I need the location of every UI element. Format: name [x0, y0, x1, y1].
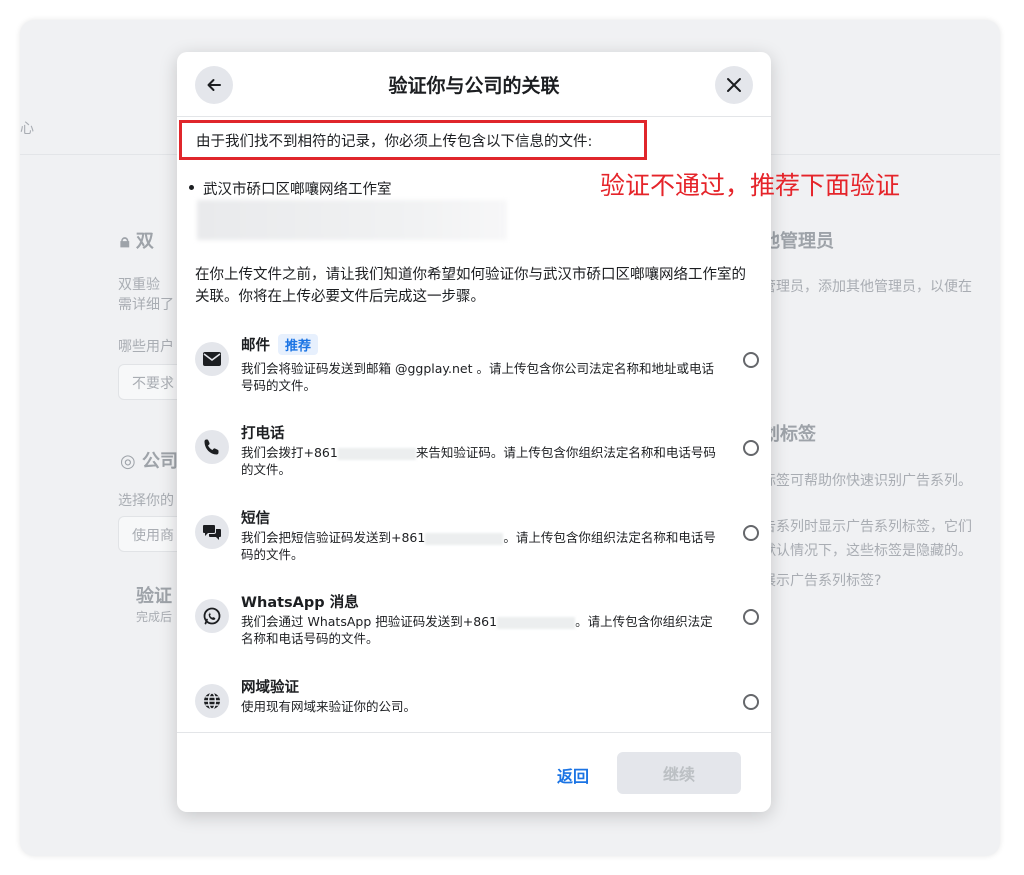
bg-fragment: 管理员，添加其他管理员，以便在 [762, 279, 972, 295]
option-description: 我们会把短信验证码发送到+861 。请上传包含你组织法定名称和电话号码的文件。 [241, 529, 721, 563]
option-title-text: 邮件 [241, 338, 270, 354]
option-description-part: 我们会把短信验证码发送到+861 [241, 530, 426, 545]
phone-icon [195, 430, 229, 464]
return-button[interactable]: 返回 [557, 763, 589, 787]
bg-fragment: 心 [20, 121, 34, 137]
envelope-icon [195, 342, 229, 376]
radio-email[interactable] [743, 352, 759, 368]
bg-shield-icon: ◎ [120, 451, 136, 472]
option-title: WhatsApp 消息 [241, 595, 359, 611]
bg-lock-icon: 🔒︎ [120, 231, 130, 252]
whatsapp-icon [195, 599, 229, 633]
radio-sms[interactable] [743, 525, 759, 541]
bg-fragment: 展示广告系列标签? [762, 573, 882, 589]
bg-fragment: 完成后 [136, 610, 173, 624]
bg-fragment: ◎ 公司 [120, 447, 178, 473]
intro-highlight-box: 由于我们找不到相符的记录，你必须上传包含以下信息的文件: [179, 120, 647, 160]
continue-button[interactable]: 继续 [617, 752, 741, 794]
bg-fragment: 双重验 [118, 277, 160, 293]
intro-text: 由于我们找不到相符的记录，你必须上传包含以下信息的文件: [196, 133, 593, 150]
redacted-phone [497, 616, 576, 629]
bg-fragment: 不要求 [132, 376, 174, 392]
bg-fragment: 默认情况下，这些标签是隐藏的。 [762, 543, 972, 559]
redacted-phone [337, 447, 416, 460]
option-title: 打电话 [241, 426, 285, 442]
close-button[interactable] [715, 66, 753, 104]
option-title: 邮件 推荐 [241, 334, 319, 355]
option-description: 我们会将验证码发送到邮箱 @ggplay.net 。请上传包含你公司法定名称和地… [241, 361, 714, 393]
close-icon [727, 78, 741, 92]
bg-fragment: 选择你的 [118, 493, 174, 509]
dialog-description: 在你上传文件之前，请让我们知道你希望如何验证你与武汉市硚口区啷嚷网络工作室的关联… [195, 267, 746, 305]
option-description: 使用现有网域来验证你的公司。 [241, 699, 417, 714]
bg-fragment: 告系列时显示广告系列标签，它们 [762, 519, 972, 535]
redacted-phone [425, 532, 504, 545]
annotation-text: 验证不通过，推荐下面验证 [600, 171, 901, 200]
company-name-bullet: 武汉市硚口区啷嚷网络工作室 [189, 178, 392, 199]
dialog-title: 验证你与公司的关联 [388, 75, 560, 97]
recommended-badge: 推荐 [278, 334, 319, 355]
option-description: 我们会通过 WhatsApp 把验证码发送到+861 。请上传包含你组织法定名称和… [241, 613, 721, 647]
option-description-part: 我们会拨打+861 [241, 445, 338, 460]
option-title: 短信 [241, 511, 270, 527]
bg-fragment: 验证 [136, 586, 172, 607]
radio-domain[interactable] [743, 694, 759, 710]
redacted-region [197, 200, 507, 240]
bg-fragment: 哪些用户 [118, 339, 174, 355]
bg-fragment: 🔒︎ 双 [120, 227, 154, 253]
chat-bubbles-icon [195, 515, 229, 549]
radio-whatsapp[interactable] [743, 609, 759, 625]
bg-fragment: 双 [135, 231, 154, 252]
bg-fragment: 公司 [142, 451, 178, 472]
option-description: 我们会拨打+861 来告知验证码。请上传包含你组织法定名称和电话号码的文件。 [241, 444, 721, 478]
bg-fragment: 使用商 [132, 528, 174, 544]
bg-fragment: 需详细了 [118, 297, 174, 313]
bg-heading: 他管理员 [762, 231, 834, 252]
dialog-header: 验证你与公司的关联 [177, 52, 771, 117]
dialog-footer: 返回 继续 [177, 732, 771, 812]
radio-phone-call[interactable] [743, 440, 759, 456]
bg-fragment: 标签可帮助你快速识别广告系列。 [762, 473, 972, 489]
option-description-part: 我们会通过 WhatsApp 把验证码发送到+861 [241, 614, 498, 629]
globe-icon [195, 684, 229, 718]
option-title: 网域验证 [241, 680, 299, 696]
